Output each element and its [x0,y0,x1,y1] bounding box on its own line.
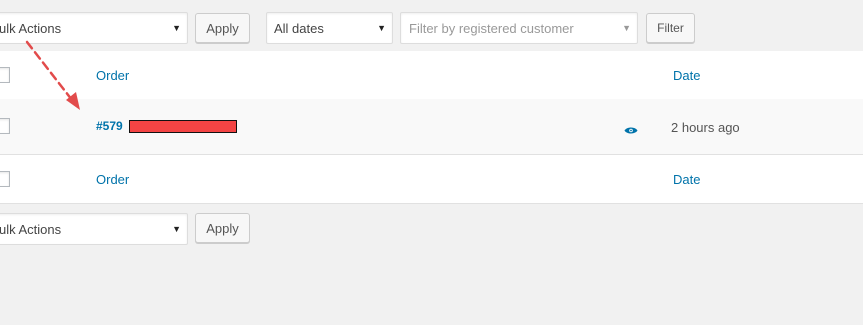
column-header-order[interactable]: Order [96,68,129,83]
redacted-customer-name [129,120,237,133]
column-footer-date[interactable]: Date [673,172,700,187]
select-all-checkbox[interactable] [0,67,10,83]
select-all-checkbox-footer[interactable] [0,171,10,187]
table-footer-row: Order Date [0,154,863,203]
table-header-row: Order Date [0,51,863,100]
orders-table: Order Date #579 2 hours ago Order Date [0,51,863,204]
filter-button[interactable]: Filter [646,13,695,43]
customer-filter-placeholder: Filter by registered customer [409,20,574,36]
dates-select[interactable]: All dates ▼ [266,12,393,44]
chevron-down-icon: ▼ [172,23,181,33]
chevron-down-icon: ▼ [622,23,631,33]
bulk-actions-value-bottom: ulk Actions [0,221,62,237]
chevron-down-icon: ▼ [377,23,386,33]
order-date: 2 hours ago [671,120,740,135]
apply-button[interactable]: Apply [195,13,250,43]
row-checkbox[interactable] [0,118,10,134]
dates-value: All dates [274,20,324,36]
column-footer-order[interactable]: Order [96,172,129,187]
bulk-actions-select[interactable]: ulk Actions ▼ [0,12,188,44]
bulk-actions-select-bottom[interactable]: ulk Actions ▼ [0,213,188,245]
apply-button-bottom[interactable]: Apply [195,213,250,243]
eye-icon[interactable] [624,123,638,138]
customer-filter-select[interactable]: Filter by registered customer ▼ [400,12,638,44]
column-header-date[interactable]: Date [673,68,700,83]
order-link[interactable]: #579 [96,119,123,133]
chevron-down-icon: ▼ [172,224,181,234]
bulk-actions-value: ulk Actions [0,20,62,36]
table-row: #579 2 hours ago [0,99,863,155]
